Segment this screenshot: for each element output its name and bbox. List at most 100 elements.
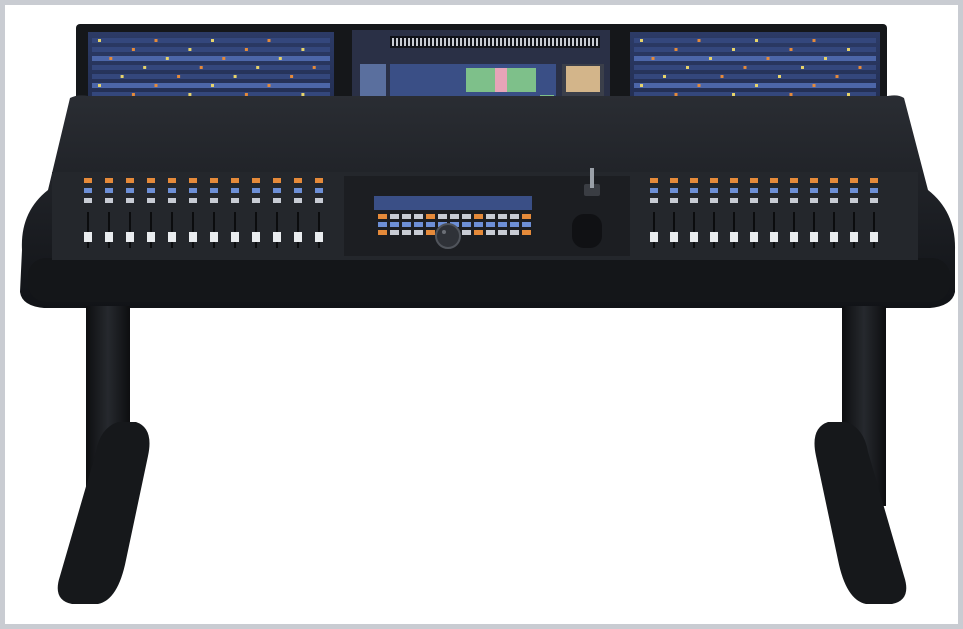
track-dot (165, 57, 169, 60)
fader-cap (790, 232, 798, 242)
fader-slot (833, 212, 835, 248)
keypad-key (414, 230, 423, 235)
strip-button (252, 188, 260, 193)
strip-button (126, 178, 134, 183)
keypad-key (426, 214, 435, 219)
strip-button (315, 188, 323, 193)
fader-slot (713, 212, 715, 248)
track-dot (301, 93, 305, 96)
meter-tick (552, 38, 554, 46)
strip-button (770, 198, 778, 203)
meter-tick (440, 38, 442, 46)
meter-tick (576, 38, 578, 46)
fader-slot (297, 212, 299, 248)
strip-button (105, 188, 113, 193)
strip-button (650, 198, 658, 203)
track-dot (674, 93, 678, 96)
fader-slot (108, 212, 110, 248)
strip-button (147, 188, 155, 193)
meter-tick (508, 38, 510, 46)
keypad-key (402, 214, 411, 219)
track-dot (143, 66, 147, 69)
keypad-key (426, 230, 435, 235)
track-dot (267, 84, 271, 87)
track-row (634, 47, 876, 52)
track-dot (743, 66, 747, 69)
strip-button (105, 178, 113, 183)
track-row (92, 56, 330, 61)
keypad-key (438, 214, 447, 219)
strip-button (210, 178, 218, 183)
meter-tick (420, 38, 422, 46)
track-dot (847, 48, 850, 51)
fader-slot (150, 212, 152, 248)
strip-button (790, 188, 798, 193)
strip-button (84, 198, 92, 203)
meter-tick (544, 38, 546, 46)
keypad-key (510, 214, 519, 219)
meter-tick (592, 38, 594, 46)
fader-slot (813, 212, 815, 248)
fader-slot (318, 212, 320, 248)
track-dot (188, 93, 192, 96)
strip-button (730, 198, 738, 203)
meter-tick (540, 38, 542, 46)
track-dot (199, 66, 203, 69)
keypad-key (474, 230, 483, 235)
keypad-key (498, 230, 507, 235)
console-photo (0, 0, 963, 629)
meter-tick (480, 38, 482, 46)
strip-button (126, 188, 134, 193)
keypad-key (474, 214, 483, 219)
strip-button (770, 188, 778, 193)
track-dot (233, 75, 237, 78)
track-dot (674, 48, 678, 51)
fader-cap (168, 232, 176, 242)
track-dot (812, 84, 816, 87)
track-dot (663, 75, 666, 78)
mouse (572, 214, 602, 248)
center-clip-pink (495, 68, 507, 92)
track-dot (755, 84, 758, 87)
strip-button (84, 188, 92, 193)
keypad-key (522, 222, 531, 227)
meter-tick (516, 38, 518, 46)
strip-button (210, 188, 218, 193)
fader-slot (255, 212, 257, 248)
strip-button (690, 198, 698, 203)
strip-button (830, 198, 838, 203)
meter-tick (468, 38, 470, 46)
strip-button (810, 198, 818, 203)
track-dot (154, 84, 158, 87)
fader-cap (315, 232, 323, 242)
fader-cap (730, 232, 738, 242)
meter-tick (476, 38, 478, 46)
fader-slot (693, 212, 695, 248)
fader-cap (273, 232, 281, 242)
fader-slot (129, 212, 131, 248)
keypad-key (378, 214, 387, 219)
meter-tick (572, 38, 574, 46)
keypad-key (486, 230, 495, 235)
console-illustration (20, 24, 956, 604)
fader-cap (670, 232, 678, 242)
strip-button (650, 188, 658, 193)
keypad-key (462, 222, 471, 227)
track-dot (98, 39, 101, 42)
track-dot (640, 39, 643, 42)
strip-button (294, 188, 302, 193)
keypad-key (426, 222, 435, 227)
jog-wheel-dimple (442, 230, 446, 234)
fader-slot (276, 212, 278, 248)
fader-cap (690, 232, 698, 242)
strip-button (168, 188, 176, 193)
track-dot (640, 84, 643, 87)
strip-button (690, 178, 698, 183)
meter-tick (556, 38, 558, 46)
strip-button (231, 188, 239, 193)
track-dot (847, 93, 850, 96)
meter-tick (424, 38, 426, 46)
fader-cap (84, 232, 92, 242)
strip-button (126, 198, 134, 203)
track-dot (732, 48, 735, 51)
